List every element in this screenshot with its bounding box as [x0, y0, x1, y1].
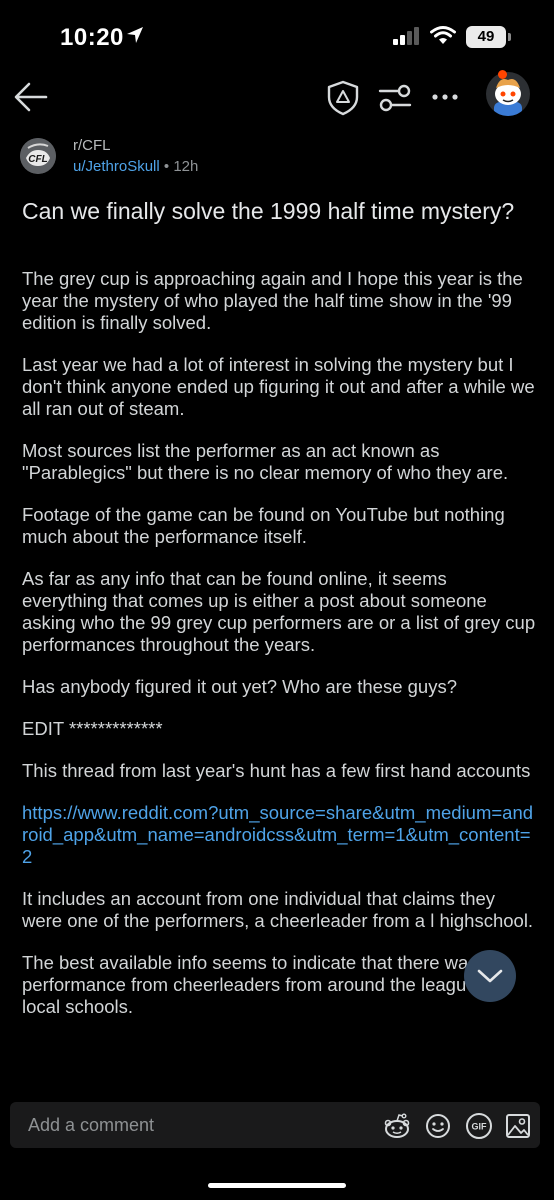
home-indicator[interactable]	[208, 1183, 346, 1188]
body-paragraph: As far as any info that can be found onl…	[22, 568, 536, 655]
post-age: 12h	[173, 158, 199, 175]
user-avatar[interactable]	[486, 72, 530, 116]
body-paragraph: The grey cup is approaching again and I …	[22, 268, 523, 333]
subreddit-name[interactable]: r/CFL	[73, 137, 111, 154]
comment-placeholder: Add a comment	[28, 1115, 155, 1135]
cfl-logo-icon: CFL	[20, 138, 56, 174]
meta-separator: •	[163, 158, 170, 175]
image-icon[interactable]	[504, 1112, 532, 1140]
gif-icon[interactable]: GIF	[464, 1112, 494, 1140]
location-arrow-icon	[127, 27, 143, 43]
filter-sliders-icon[interactable]	[378, 82, 412, 114]
battery-icon: 49	[466, 26, 506, 48]
notification-dot	[498, 70, 507, 79]
emoji-icon[interactable]	[424, 1112, 452, 1140]
body-paragraph: EDIT *************	[22, 718, 163, 739]
battery-level: 49	[477, 28, 495, 45]
back-arrow-icon[interactable]	[12, 80, 50, 114]
post-title: Can we finally solve the 1999 half time …	[22, 198, 515, 224]
subreddit-icon[interactable]: CFL	[20, 138, 56, 174]
post-body: The grey cup is approaching again and I …	[22, 268, 536, 1038]
body-link-paragraph: https://www.reddit.com?utm_source=share&…	[22, 802, 536, 868]
scroll-down-button[interactable]	[464, 950, 516, 1002]
status-time: 10:20	[60, 24, 124, 51]
battery-tip	[508, 33, 511, 41]
chevron-down-icon	[477, 969, 503, 983]
more-dots-icon[interactable]	[430, 84, 460, 110]
body-paragraph: It includes an account from one individu…	[22, 888, 534, 931]
body-paragraph: This thread from last year's hunt has a …	[22, 760, 531, 781]
body-paragraph: Last year we had a lot of interest in so…	[22, 354, 535, 419]
snoo-icon[interactable]	[382, 1112, 412, 1140]
body-paragraph: Most sources list the performer as an ac…	[22, 440, 509, 483]
status-bar: 10:20 49	[0, 0, 554, 70]
post-nav-bar	[0, 70, 554, 126]
subreddit-icon-text: CFL	[28, 154, 47, 165]
cellular-signal-icon	[393, 27, 419, 45]
body-link[interactable]: https://www.reddit.com?utm_source=share&…	[22, 802, 533, 867]
body-paragraph: Has anybody figured it out yet? Who are …	[22, 676, 458, 697]
gif-label: GIF	[472, 1122, 488, 1132]
author-line: u/JethroSkull • 12h	[73, 158, 198, 175]
author-link[interactable]: u/JethroSkull	[73, 158, 160, 175]
body-paragraph: Footage of the game can be found on YouT…	[22, 504, 505, 547]
snoo-avatar-icon	[494, 79, 522, 116]
mod-shield-icon[interactable]	[326, 80, 360, 116]
comment-input[interactable]: Add a comment GIF	[10, 1102, 540, 1148]
wifi-icon	[430, 26, 456, 44]
comment-bar: Add a comment GIF	[0, 1094, 554, 1200]
post-header: CFL r/CFL u/JethroSkull • 12h	[20, 134, 540, 184]
body-paragraph: The best available info seems to indicat…	[22, 952, 513, 1017]
